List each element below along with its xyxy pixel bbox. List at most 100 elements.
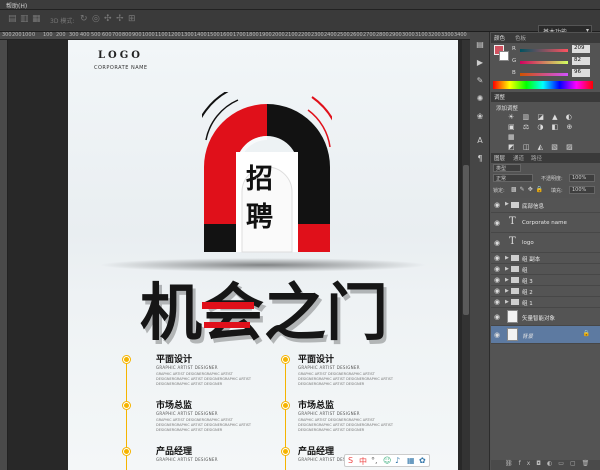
job-sub-left-1: GRAPHIC ARTIST DESIGNER [156,365,218,370]
bullet-icon [282,356,289,363]
blend-mode-select[interactable]: 正常 [493,174,533,182]
bullet-icon [123,356,130,363]
expand-arrow-icon[interactable]: ▶ [505,288,509,294]
visibility-eye-icon[interactable]: ◉ [494,239,500,247]
layer-row[interactable]: ◉ ▶ 底部信息 [491,198,600,213]
ime-emoji-icon[interactable]: ☺ [383,456,391,465]
adjust-title: 添加调整 [496,106,519,112]
job-desc-left-2: GRAPHIC ARTIST DESIGNERGRAPHIC ARTIST DE… [156,418,252,432]
layer-row[interactable]: ◉ T Corporate name [491,213,600,233]
visibility-eye-icon[interactable]: ◉ [494,287,500,295]
poster-document[interactable]: LOGO CORPORATE NAME 招 聘 机会之门 机会之门 平面设计 G… [68,40,458,470]
layer-kind-filter[interactable]: 类型 [493,164,521,172]
fx-icon[interactable]: fx [519,460,537,467]
expand-arrow-icon[interactable]: ▶ [505,201,509,207]
visibility-eye-icon[interactable]: ◉ [494,313,500,321]
layer-row[interactable]: ◉ ▶ 组 2 [491,286,600,297]
value-g[interactable]: 82 [572,57,590,65]
adjustment-icons[interactable]: ☀ ▥ ◪ ▲ ◐ ▣ ⚖ ◑ ◧ ⊕ ▦ ◩ ◫ ◭ ▧ ▨ [508,112,588,152]
ime-settings-icon[interactable]: ✿ [419,456,426,465]
tab-layers[interactable]: 图层 [494,154,505,163]
tab-paths[interactable]: 路径 [531,154,542,163]
vertical-ruler [0,40,8,470]
expand-arrow-icon[interactable]: ▶ [505,266,509,272]
visibility-eye-icon[interactable]: ◉ [494,265,500,273]
tab-color[interactable]: 颜色 [494,34,505,43]
layer-row[interactable]: ◉ ▶ 组 副本 [491,253,600,264]
expand-arrow-icon[interactable]: ▶ [505,255,509,261]
expand-arrow-icon[interactable]: ▶ [505,277,509,283]
tab-adjustments[interactable]: 调整 [494,93,505,102]
tab-channels[interactable]: 通道 [513,154,524,163]
layer-row[interactable]: ◉ ▶ 组 3 [491,275,600,286]
brush-presets-icon[interactable]: ✺ [475,94,485,104]
bullet-icon [282,448,289,455]
expand-arrow-icon[interactable]: ▶ [505,299,509,305]
adjustment-layer-icon[interactable]: ◐ [547,460,558,467]
visibility-eye-icon[interactable]: ◉ [494,219,500,227]
mask-icon[interactable]: ◘ [536,460,547,467]
ime-keyboard-icon[interactable]: ▦ [407,456,415,465]
slider-r[interactable]: R 209 [512,45,592,55]
slider-b[interactable]: B 96 [512,69,592,79]
ime-toolbar[interactable]: S 中 °, ☺ ♪ ▦ ✿ [344,454,430,467]
trash-icon[interactable]: 🗑 [582,460,596,467]
layer-row[interactable]: ◉ ▶ 组 [491,264,600,275]
paragraph-icon[interactable]: ¶ [475,154,485,164]
roll-3d-icon[interactable]: ◎ [92,14,100,24]
color-panel-tabs: 颜色 色板 [491,33,600,43]
menu-bar: 帮助(H) [0,0,600,10]
job-title-right-1: 平面设计 [298,355,335,365]
drag-3d-icon[interactable]: ✣ [104,14,112,24]
character-icon[interactable]: A [475,136,485,146]
fill-label: 填充: [551,188,563,194]
visibility-eye-icon[interactable]: ◉ [494,276,500,284]
value-b[interactable]: 96 [572,69,590,77]
job-title-left-1: 平面设计 [156,355,193,365]
job-sub-right-1: GRAPHIC ARTIST DESIGNER [298,365,360,370]
layers-footer: ⛓fx◘◐▭▢🗑 [491,460,600,470]
visibility-eye-icon[interactable]: ◉ [494,331,500,339]
ime-lang-icon[interactable]: 中 [359,456,367,467]
slide-3d-icon[interactable]: ✢ [116,14,124,24]
headline-text: 机会之门 [140,276,388,349]
layer-row[interactable]: ◉ ▶ 组 1 [491,297,600,308]
folder-icon [511,277,519,283]
scroll-thumb[interactable] [463,165,469,315]
new-layer-icon[interactable]: ▢ [570,460,582,467]
distribute-icon[interactable]: ▦ [32,14,41,24]
color-spectrum[interactable] [493,81,593,89]
layer-row[interactable]: ◉ 矢量智能对象 [491,308,600,326]
visibility-eye-icon[interactable]: ◉ [494,254,500,262]
visibility-eye-icon[interactable]: ◉ [494,201,500,209]
folder-icon [511,266,519,272]
visibility-eye-icon[interactable]: ◉ [494,298,500,306]
lock-icons[interactable]: ▩✎✥🔒 [511,186,546,193]
tab-swatches[interactable]: 色板 [515,34,526,43]
menu-help[interactable]: 帮助(H) [6,1,27,10]
collapsed-panel-strip: ▤ ▶ ✎ ✺ ❀ A ¶ [470,32,490,470]
new-group-icon[interactable]: ▭ [558,460,570,467]
scale-3d-icon[interactable]: ⊞ [128,14,136,24]
history-icon[interactable]: ▤ [475,40,485,50]
slider-g[interactable]: G 82 [512,57,592,67]
align-left-icon[interactable]: ▤ [8,14,17,24]
job-desc-right-2: GRAPHIC ARTIST DESIGNERGRAPHIC ARTIST DE… [298,418,394,432]
vertical-scrollbar[interactable] [462,40,470,470]
align-center-icon[interactable]: ▥ [20,14,29,24]
sogou-icon[interactable]: S [348,456,353,465]
opacity-label: 不透明度: [541,176,563,182]
ime-punct-icon[interactable]: °, [371,456,378,465]
rotate-3d-icon[interactable]: ↻ [80,14,88,24]
fill-input[interactable]: 100% [569,186,595,194]
actions-play-icon[interactable]: ▶ [475,58,485,68]
value-r[interactable]: 209 [572,45,590,53]
link-icon[interactable]: ⛓ [505,460,519,467]
ime-voice-icon[interactable]: ♪ [395,456,400,465]
layer-row[interactable]: ◉ T logo [491,233,600,253]
layer-row-selected[interactable]: ◉ 背景 🔒 [491,326,600,344]
brush-icon[interactable]: ✎ [475,76,485,86]
clone-source-icon[interactable]: ❀ [475,112,485,122]
opacity-input[interactable]: 100% [569,174,595,182]
background-color-swatch[interactable] [499,51,509,61]
